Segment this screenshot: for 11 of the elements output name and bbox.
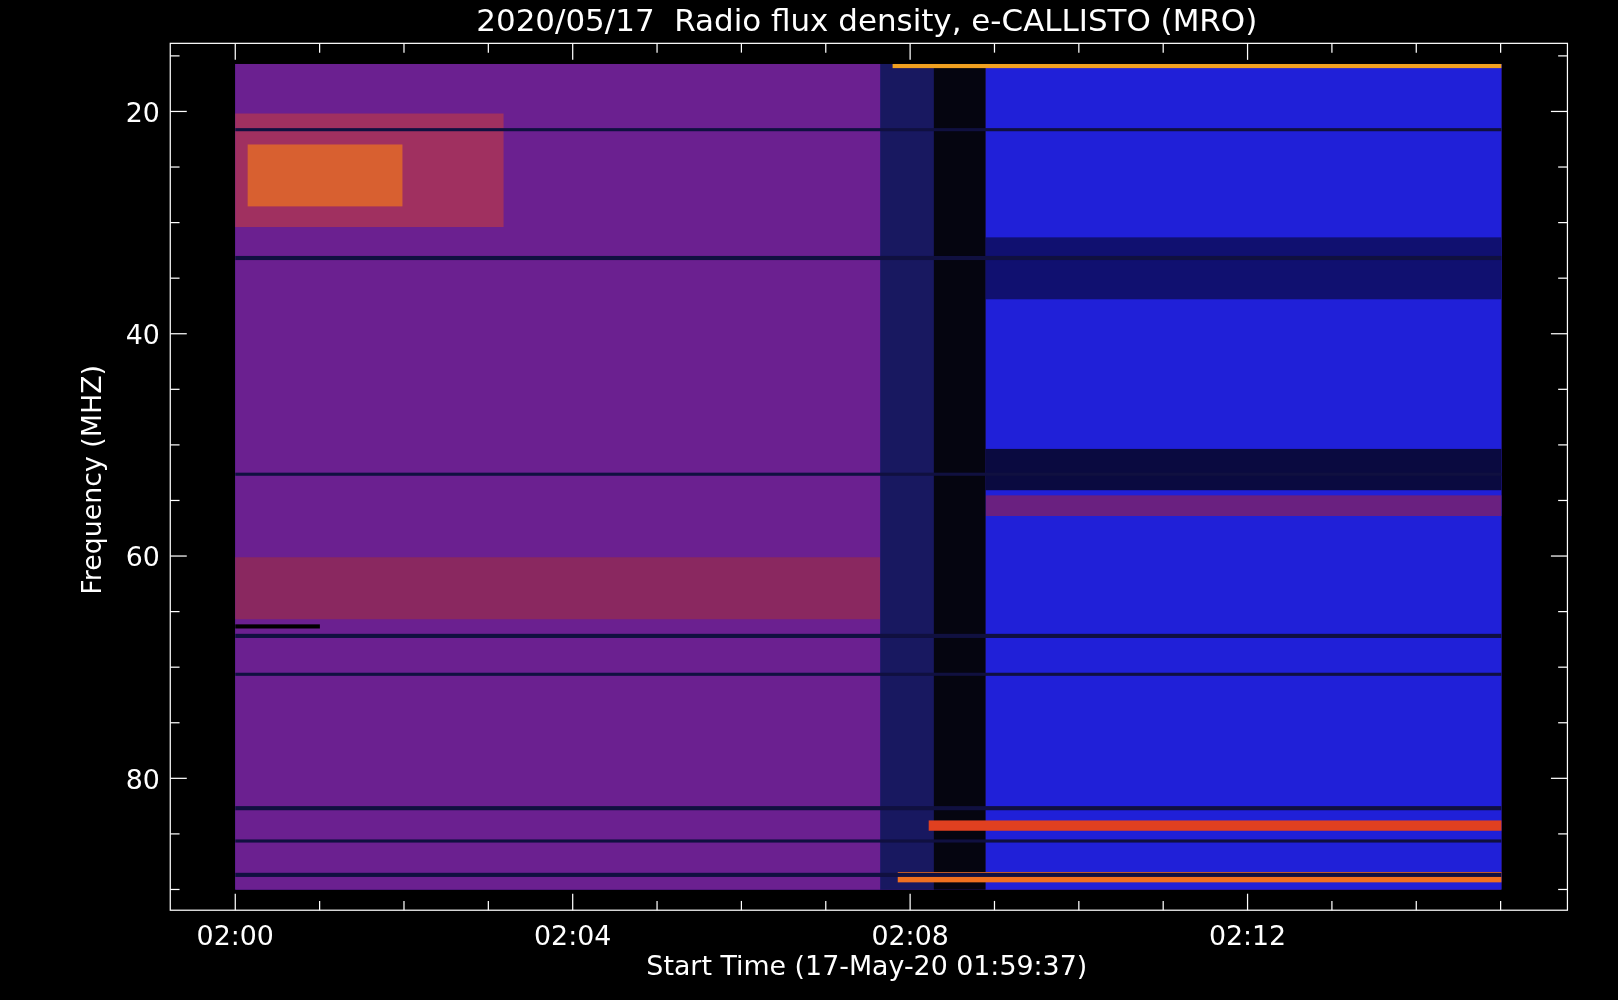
y-axis-label: Frequency (MHZ) (76, 365, 108, 595)
y-tick-label: 20 (125, 96, 160, 128)
x-tick-label: 02:08 (871, 920, 949, 952)
x-tick-label: 02:00 (196, 920, 274, 952)
x-tick-label: 02:04 (534, 920, 612, 952)
y-tick-label: 40 (125, 319, 160, 351)
x-tick-label: 02:12 (1208, 920, 1287, 952)
chart-title: 2020/05/17 Radio flux density, e-CALLISTO (MRO) (476, 1, 1258, 38)
x-axis-label: Start Time (17-May-20 01:59:37) (646, 950, 1088, 982)
y-tick-label: 60 (125, 541, 160, 573)
y-tick-label: 80 (125, 763, 160, 795)
